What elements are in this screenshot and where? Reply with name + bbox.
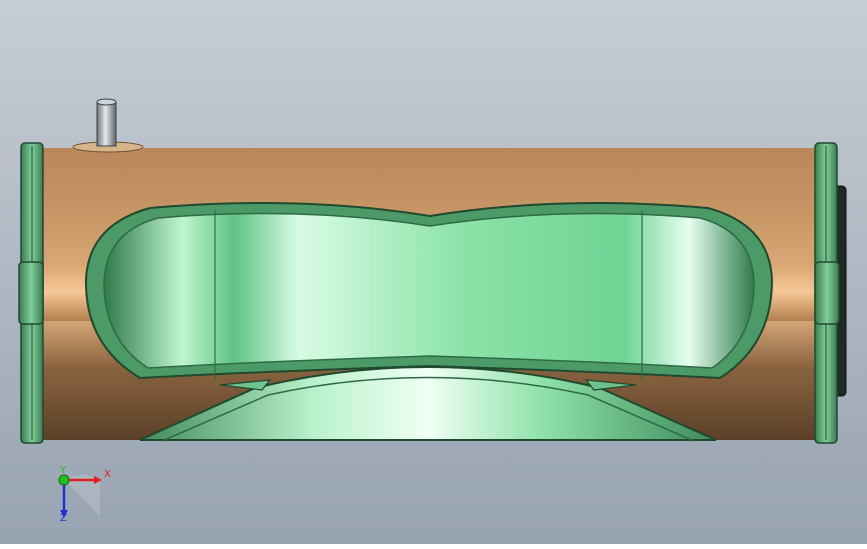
- flange-right: [814, 142, 840, 444]
- x-axis-label: X: [104, 469, 111, 480]
- cad-graphics-viewport[interactable]: [0, 0, 867, 544]
- z-axis-label: Z: [60, 513, 67, 524]
- flange-left: [18, 142, 44, 444]
- model-canvas[interactable]: [0, 0, 867, 544]
- y-axis-label: Y: [60, 465, 67, 476]
- y-axis-dot: [58, 474, 70, 486]
- cutout-inner-face: [103, 212, 755, 369]
